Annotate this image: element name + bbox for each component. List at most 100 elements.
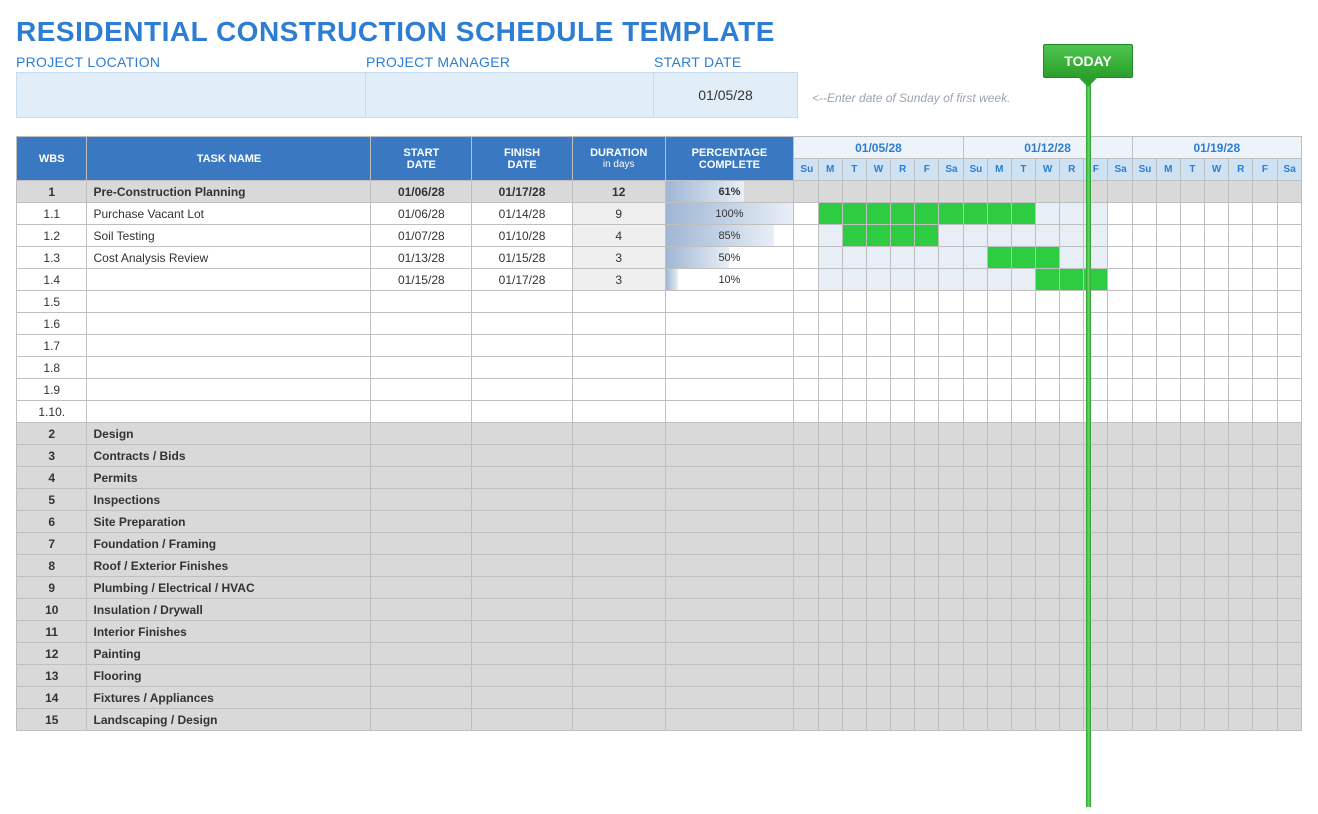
- wbs-cell[interactable]: 1.2: [17, 225, 87, 247]
- task-cell[interactable]: Site Preparation: [87, 511, 371, 533]
- finish-cell[interactable]: [472, 489, 573, 511]
- finish-cell[interactable]: [472, 379, 573, 401]
- task-cell[interactable]: [87, 313, 371, 335]
- task-cell[interactable]: Cost Analysis Review: [87, 247, 371, 269]
- task-cell[interactable]: Roof / Exterior Finishes: [87, 555, 371, 577]
- start-cell[interactable]: 01/15/28: [371, 269, 472, 291]
- task-cell[interactable]: Painting: [87, 643, 371, 665]
- percent-cell[interactable]: [665, 687, 794, 709]
- duration-cell[interactable]: [572, 467, 665, 489]
- percent-cell[interactable]: 61%: [665, 181, 794, 203]
- percent-cell[interactable]: [665, 643, 794, 665]
- wbs-cell[interactable]: 5: [17, 489, 87, 511]
- start-cell[interactable]: [371, 511, 472, 533]
- table-row[interactable]: 1.6: [17, 313, 1302, 335]
- finish-cell[interactable]: [472, 423, 573, 445]
- finish-cell[interactable]: [472, 467, 573, 489]
- start-cell[interactable]: [371, 401, 472, 423]
- wbs-cell[interactable]: 1.10.: [17, 401, 87, 423]
- table-row[interactable]: 9Plumbing / Electrical / HVAC: [17, 577, 1302, 599]
- task-cell[interactable]: Permits: [87, 467, 371, 489]
- task-cell[interactable]: Plumbing / Electrical / HVAC: [87, 577, 371, 599]
- wbs-cell[interactable]: 1.7: [17, 335, 87, 357]
- task-cell[interactable]: [87, 379, 371, 401]
- table-row[interactable]: 1.8: [17, 357, 1302, 379]
- table-row[interactable]: 1.401/15/2801/17/28310%: [17, 269, 1302, 291]
- finish-cell[interactable]: [472, 511, 573, 533]
- table-row[interactable]: 1.10.: [17, 401, 1302, 423]
- duration-cell[interactable]: [572, 577, 665, 599]
- table-row[interactable]: 12Painting: [17, 643, 1302, 665]
- wbs-cell[interactable]: 7: [17, 533, 87, 555]
- wbs-cell[interactable]: 1.6: [17, 313, 87, 335]
- percent-cell[interactable]: [665, 511, 794, 533]
- wbs-cell[interactable]: 8: [17, 555, 87, 577]
- duration-cell[interactable]: [572, 555, 665, 577]
- percent-cell[interactable]: 50%: [665, 247, 794, 269]
- percent-cell[interactable]: [665, 577, 794, 599]
- percent-cell[interactable]: [665, 335, 794, 357]
- table-row[interactable]: 8Roof / Exterior Finishes: [17, 555, 1302, 577]
- wbs-cell[interactable]: 13: [17, 665, 87, 687]
- start-cell[interactable]: [371, 489, 472, 511]
- task-cell[interactable]: [87, 357, 371, 379]
- duration-cell[interactable]: [572, 335, 665, 357]
- table-row[interactable]: 5Inspections: [17, 489, 1302, 511]
- finish-cell[interactable]: [472, 665, 573, 687]
- finish-cell[interactable]: [472, 291, 573, 313]
- table-row[interactable]: 1.3Cost Analysis Review01/13/2801/15/283…: [17, 247, 1302, 269]
- duration-cell[interactable]: [572, 291, 665, 313]
- duration-cell[interactable]: 9: [572, 203, 665, 225]
- wbs-cell[interactable]: 3: [17, 445, 87, 467]
- percent-cell[interactable]: [665, 555, 794, 577]
- finish-cell[interactable]: [472, 709, 573, 731]
- task-cell[interactable]: Foundation / Framing: [87, 533, 371, 555]
- duration-cell[interactable]: [572, 401, 665, 423]
- duration-cell[interactable]: 3: [572, 269, 665, 291]
- task-cell[interactable]: Contracts / Bids: [87, 445, 371, 467]
- task-cell[interactable]: [87, 291, 371, 313]
- start-cell[interactable]: [371, 379, 472, 401]
- duration-cell[interactable]: [572, 687, 665, 709]
- start-cell[interactable]: [371, 687, 472, 709]
- duration-cell[interactable]: [572, 709, 665, 731]
- start-cell[interactable]: [371, 291, 472, 313]
- wbs-cell[interactable]: 6: [17, 511, 87, 533]
- duration-cell[interactable]: 12: [572, 181, 665, 203]
- finish-cell[interactable]: 01/17/28: [472, 181, 573, 203]
- start-cell[interactable]: [371, 533, 472, 555]
- percent-cell[interactable]: [665, 423, 794, 445]
- wbs-cell[interactable]: 2: [17, 423, 87, 445]
- duration-cell[interactable]: [572, 489, 665, 511]
- table-row[interactable]: 3Contracts / Bids: [17, 445, 1302, 467]
- finish-cell[interactable]: [472, 533, 573, 555]
- start-cell[interactable]: [371, 665, 472, 687]
- task-cell[interactable]: [87, 401, 371, 423]
- start-cell[interactable]: [371, 577, 472, 599]
- percent-cell[interactable]: [665, 467, 794, 489]
- wbs-cell[interactable]: 1.5: [17, 291, 87, 313]
- start-cell[interactable]: [371, 445, 472, 467]
- finish-cell[interactable]: [472, 577, 573, 599]
- table-row[interactable]: 11Interior Finishes: [17, 621, 1302, 643]
- task-cell[interactable]: Landscaping / Design: [87, 709, 371, 731]
- finish-cell[interactable]: [472, 643, 573, 665]
- percent-cell[interactable]: [665, 709, 794, 731]
- percent-cell[interactable]: [665, 599, 794, 621]
- wbs-cell[interactable]: 14: [17, 687, 87, 709]
- start-cell[interactable]: 01/06/28: [371, 203, 472, 225]
- finish-cell[interactable]: 01/17/28: [472, 269, 573, 291]
- wbs-cell[interactable]: 9: [17, 577, 87, 599]
- finish-cell[interactable]: [472, 445, 573, 467]
- duration-cell[interactable]: [572, 665, 665, 687]
- duration-cell[interactable]: [572, 423, 665, 445]
- task-cell[interactable]: Fixtures / Appliances: [87, 687, 371, 709]
- start-cell[interactable]: [371, 621, 472, 643]
- table-row[interactable]: 14Fixtures / Appliances: [17, 687, 1302, 709]
- finish-cell[interactable]: [472, 401, 573, 423]
- task-cell[interactable]: Purchase Vacant Lot: [87, 203, 371, 225]
- task-cell[interactable]: Design: [87, 423, 371, 445]
- finish-cell[interactable]: 01/14/28: [472, 203, 573, 225]
- wbs-cell[interactable]: 1.1: [17, 203, 87, 225]
- wbs-cell[interactable]: 11: [17, 621, 87, 643]
